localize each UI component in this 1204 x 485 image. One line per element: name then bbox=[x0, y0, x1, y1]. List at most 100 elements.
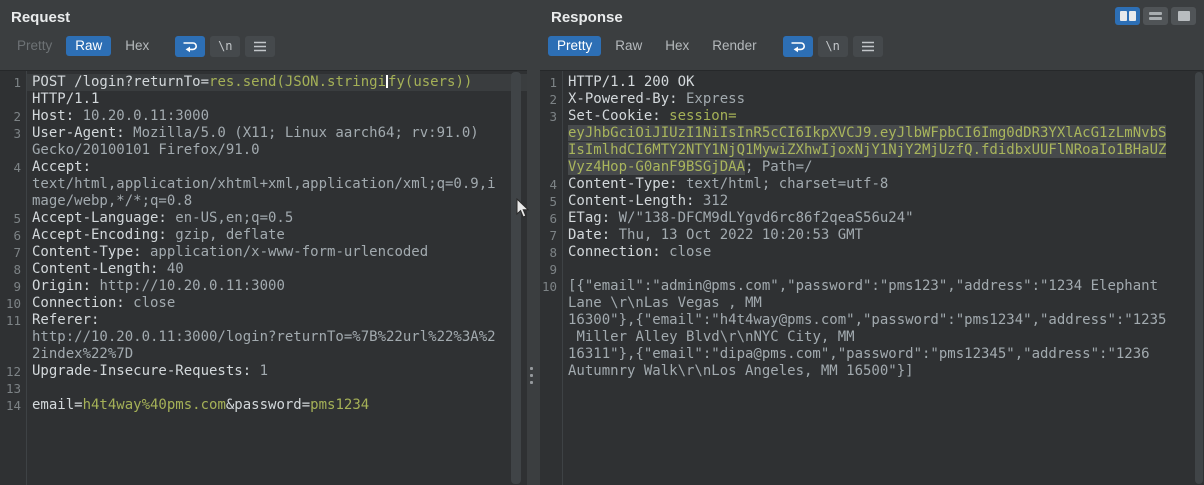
line-number bbox=[0, 176, 26, 193]
menu-icon bbox=[861, 41, 874, 51]
line-number: 5 bbox=[13, 211, 21, 226]
line-number: 8 bbox=[13, 262, 21, 277]
code-line: Vyz4Hop-G0anF9BSGjDAA; Path=/ bbox=[540, 159, 1204, 176]
message-editor-window: Request Pretty Raw Hex \n 1 POST /login?retu… bbox=[0, 0, 1204, 485]
gutter-divider bbox=[26, 71, 27, 485]
code-line: 8 Content-Length: 40 bbox=[0, 261, 527, 278]
code-line: 16311"},{"email":"dipa@pms.com","passwor… bbox=[540, 346, 1204, 363]
line-number: 9 bbox=[549, 262, 557, 277]
line-number: 11 bbox=[5, 313, 21, 328]
line-number: 13 bbox=[5, 381, 21, 396]
code-line: Miller Alley Blvd\r\nNYC City, MM bbox=[540, 329, 1204, 346]
line-number: 9 bbox=[13, 279, 21, 294]
word-wrap-toggle[interactable] bbox=[782, 35, 813, 57]
code-line: 10 Connection: close bbox=[0, 295, 527, 312]
line-number: 3 bbox=[549, 109, 557, 124]
line-number: 6 bbox=[13, 228, 21, 243]
response-editor[interactable]: 1 HTTP/1.1 200 OK 2 X-Powered-By: Express 3 S… bbox=[540, 70, 1204, 485]
code-line: Gecko/20100101 Firefox/91.0 bbox=[0, 142, 527, 159]
word-wrap-icon bbox=[183, 41, 198, 52]
line-number: 4 bbox=[13, 160, 21, 175]
code-line: Lane \r\nLas Vegas , MM bbox=[540, 295, 1204, 312]
code-line: 2 X-Powered-By: Express bbox=[540, 91, 1204, 108]
request-scrollbar[interactable] bbox=[511, 72, 521, 484]
line-number: 10 bbox=[5, 296, 21, 311]
menu-icon bbox=[254, 41, 267, 51]
line-number bbox=[540, 363, 562, 380]
line-number bbox=[0, 91, 26, 108]
line-number: 8 bbox=[549, 245, 557, 260]
request-tab-pretty[interactable]: Pretty bbox=[8, 36, 61, 56]
line-number bbox=[540, 346, 562, 363]
line-number: 7 bbox=[549, 228, 557, 243]
response-tab-render[interactable]: Render bbox=[703, 36, 765, 56]
code-line: 3 User-Agent: Mozilla/5.0 (X11; Linux aar… bbox=[0, 125, 527, 142]
code-line: 12 Upgrade-Insecure-Requests: 1 bbox=[0, 363, 527, 380]
line-number: 2 bbox=[549, 92, 557, 107]
request-tab-hex[interactable]: Hex bbox=[116, 36, 158, 56]
response-tab-raw[interactable]: Raw bbox=[606, 36, 651, 56]
code-line: 8 Connection: close bbox=[540, 244, 1204, 261]
show-newlines-toggle[interactable]: \n bbox=[817, 35, 848, 57]
response-tab-pretty[interactable]: Pretty bbox=[548, 36, 602, 56]
line-number bbox=[540, 312, 562, 329]
code-line: 4 Content-Type: text/html; charset=utf-8 bbox=[540, 176, 1204, 193]
code-line: 2 Host: 10.20.0.11:3000 bbox=[0, 108, 527, 125]
gutter-divider bbox=[562, 71, 563, 485]
line-number bbox=[540, 142, 562, 159]
response-tab-bar: Pretty Raw Hex Render \n bbox=[548, 35, 1204, 57]
line-number: 2 bbox=[13, 109, 21, 124]
editor-menu-button[interactable] bbox=[852, 35, 883, 57]
line-number bbox=[540, 329, 562, 346]
code-line: 6 ETag: W/"138-DFCM9dLYgvd6rc86f2qeaS56u2… bbox=[540, 210, 1204, 227]
line-number bbox=[540, 159, 562, 176]
code-line: eyJhbGciOiJIUzI1NiIsInR5cCI6IkpXVCJ9.eyJ… bbox=[540, 125, 1204, 142]
code-line: 14 email=h4t4way%40pms.com&password=pms12… bbox=[0, 397, 527, 414]
line-number: 3 bbox=[13, 126, 21, 141]
code-line: 1 HTTP/1.1 200 OK bbox=[540, 74, 1204, 91]
editor-menu-button[interactable] bbox=[245, 35, 276, 57]
line-number bbox=[0, 329, 26, 346]
line-number bbox=[0, 346, 26, 363]
response-tab-hex[interactable]: Hex bbox=[656, 36, 698, 56]
word-wrap-toggle[interactable] bbox=[175, 35, 206, 57]
code-line: 6 Accept-Encoding: gzip, deflate bbox=[0, 227, 527, 244]
line-number bbox=[0, 142, 26, 159]
code-line: 2index%22%7D bbox=[0, 346, 527, 363]
line-number: 10 bbox=[541, 279, 557, 294]
request-tab-bar: Pretty Raw Hex \n bbox=[8, 35, 527, 57]
code-line: HTTP/1.1 bbox=[0, 91, 527, 108]
line-number: 1 bbox=[13, 75, 21, 90]
request-tab-raw[interactable]: Raw bbox=[66, 36, 112, 56]
code-line: mage/webp,*/*;q=0.8 bbox=[0, 193, 527, 210]
line-number: 14 bbox=[5, 398, 21, 413]
code-line: http://10.20.0.11:3000/login?returnTo=%7… bbox=[0, 329, 527, 346]
code-line: 16300"},{"email":"h4t4way@pms.com","pass… bbox=[540, 312, 1204, 329]
code-line: 10 [{"email":"admin@pms.com","password":"… bbox=[541, 278, 1159, 294]
code-line: 13 bbox=[0, 380, 527, 397]
word-wrap-icon bbox=[791, 41, 805, 52]
code-line: Autumnry Walk\r\nLos Angeles, MM 16500"}… bbox=[540, 363, 1204, 380]
code-line: 11 Referer: bbox=[0, 312, 527, 329]
response-scrollbar[interactable] bbox=[1195, 72, 1203, 484]
panel-splitter-handle[interactable] bbox=[530, 367, 534, 388]
show-newlines-toggle[interactable]: \n bbox=[210, 35, 241, 57]
code-line: 9 Origin: http://10.20.0.11:3000 bbox=[0, 278, 527, 295]
code-line: 5 Content-Length: 312 bbox=[540, 193, 1204, 210]
request-panel-title: Request bbox=[11, 9, 71, 26]
line-number: 7 bbox=[13, 245, 21, 260]
code-line: 7 Date: Thu, 13 Oct 2022 10:20:53 GMT bbox=[540, 227, 1204, 244]
line-number: 4 bbox=[549, 177, 557, 192]
code-line: 3 Set-Cookie: session= bbox=[540, 108, 1204, 125]
response-panel-title: Response bbox=[551, 9, 623, 26]
code-line: text/html,application/xhtml+xml,applicat… bbox=[0, 176, 527, 193]
code-line: 9 bbox=[540, 261, 1204, 278]
line-number bbox=[540, 125, 562, 142]
code-line: 5 Accept-Language: en-US,en;q=0.5 bbox=[0, 210, 527, 227]
line-number: 5 bbox=[549, 194, 557, 209]
request-editor[interactable]: 1 POST /login?returnTo=res.send(JSON.stri… bbox=[0, 70, 527, 485]
request-panel: Request Pretty Raw Hex \n 1 POST /login?retu… bbox=[0, 0, 527, 485]
code-line: 7 Content-Type: application/x-www-form-ur… bbox=[0, 244, 527, 261]
code-line: 1 POST /login?returnTo=res.send(JSON.stri… bbox=[0, 74, 527, 91]
line-number: 1 bbox=[549, 75, 557, 90]
